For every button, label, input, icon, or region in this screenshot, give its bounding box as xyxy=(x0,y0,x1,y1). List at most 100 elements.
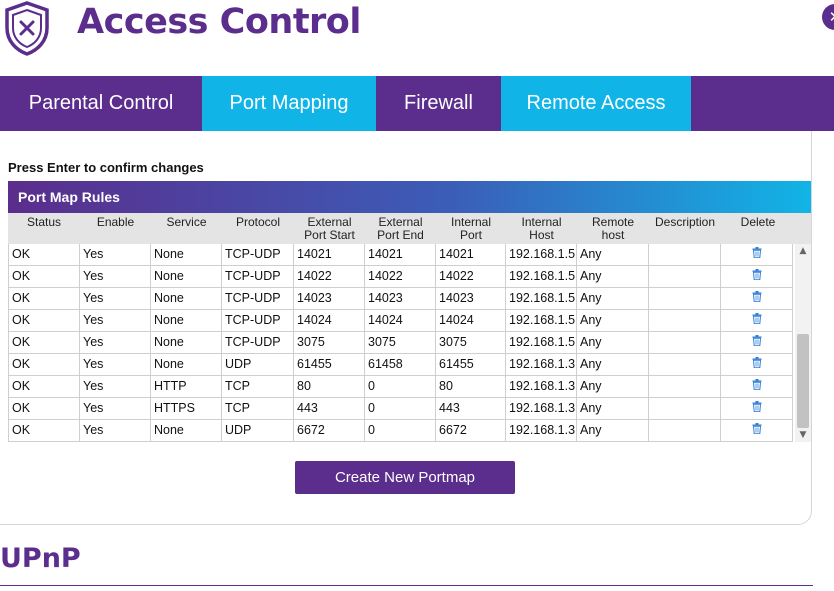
col-description-label: Description xyxy=(654,215,716,229)
col-delete: Delete xyxy=(721,213,795,244)
trash-icon[interactable] xyxy=(752,379,762,393)
protocol-cell: TCP-UDP xyxy=(222,332,294,354)
description-cell[interactable] xyxy=(649,332,721,354)
service-cell: HTTP xyxy=(151,376,222,398)
enable-cell[interactable]: Yes xyxy=(80,398,151,420)
create-new-portmap-button[interactable]: Create New Portmap xyxy=(295,461,515,494)
tab-port-mapping[interactable]: Port Mapping xyxy=(202,76,376,131)
service-cell: None xyxy=(151,332,222,354)
service-cell: None xyxy=(151,266,222,288)
external-port-end-cell: 0 xyxy=(365,420,436,442)
enable-cell[interactable]: Yes xyxy=(80,376,151,398)
scrollbar-thumb[interactable] xyxy=(797,334,809,428)
port-map-rules-header: Port Map Rules xyxy=(8,181,811,213)
external-port-end-cell: 14021 xyxy=(365,244,436,266)
external-port-end-cell: 61458 xyxy=(365,354,436,376)
external-port-end-cell: 14024 xyxy=(365,310,436,332)
description-cell[interactable] xyxy=(649,288,721,310)
header: Access Control ✕ xyxy=(0,0,834,76)
external-port-end-cell: 14022 xyxy=(365,266,436,288)
col-external-port-end-label: Port End xyxy=(377,228,424,242)
protocol-cell: TCP-UDP xyxy=(222,288,294,310)
scroll-down-icon[interactable]: ▼ xyxy=(795,428,811,442)
description-cell[interactable] xyxy=(649,398,721,420)
service-cell: None xyxy=(151,310,222,332)
internal-port-cell: 443 xyxy=(436,398,506,420)
remote-host-cell: Any xyxy=(577,288,649,310)
tab-remote-access[interactable]: Remote Access xyxy=(501,76,691,131)
col-service-label: Service xyxy=(166,215,207,229)
delete-cell xyxy=(721,310,793,332)
table-row: OK Yes None TCP-UDP 3075 3075 3075 192.168.1.5 A… xyxy=(8,332,795,354)
delete-cell xyxy=(721,376,793,398)
trash-icon[interactable] xyxy=(752,357,762,371)
description-cell[interactable] xyxy=(649,244,721,266)
enable-cell[interactable]: Yes xyxy=(80,332,151,354)
internal-port-cell: 14023 xyxy=(436,288,506,310)
internal-host-cell: 192.168.1.5 xyxy=(506,266,577,288)
remote-host-cell: Any xyxy=(577,376,649,398)
enable-cell[interactable]: Yes xyxy=(80,244,151,266)
tab-firewall[interactable]: Firewall xyxy=(376,76,501,131)
enable-cell[interactable]: Yes xyxy=(80,354,151,376)
internal-port-cell: 6672 xyxy=(436,420,506,442)
col-remote-host: Remote host xyxy=(577,213,649,244)
port-map-table: OK Yes None TCP-UDP 14021 14021 14021 192.168.1… xyxy=(8,244,795,442)
tab-parental-control[interactable]: Parental Control xyxy=(0,76,202,131)
status-cell: OK xyxy=(8,244,80,266)
table-row: OK Yes None TCP-UDP 14021 14021 14021 192.168.1… xyxy=(8,244,795,266)
description-cell[interactable] xyxy=(649,354,721,376)
description-cell[interactable] xyxy=(649,376,721,398)
trash-icon[interactable] xyxy=(752,291,762,305)
status-cell: OK xyxy=(8,354,80,376)
service-cell: None xyxy=(151,288,222,310)
service-cell: None xyxy=(151,244,222,266)
internal-host-cell: 192.168.1.5 xyxy=(506,310,577,332)
external-port-start-cell: 61455 xyxy=(294,354,365,376)
enable-cell[interactable]: Yes xyxy=(80,420,151,442)
table-row: OK Yes HTTPS TCP 443 0 443 192.168.1.3 Any xyxy=(8,398,795,420)
close-button[interactable]: ✕ xyxy=(822,4,834,30)
enable-cell[interactable]: Yes xyxy=(80,266,151,288)
remote-host-cell: Any xyxy=(577,354,649,376)
delete-cell xyxy=(721,288,793,310)
trash-icon[interactable] xyxy=(752,423,762,437)
delete-cell xyxy=(721,354,793,376)
col-enable: Enable xyxy=(80,213,151,244)
enable-cell[interactable]: Yes xyxy=(80,288,151,310)
description-cell[interactable] xyxy=(649,266,721,288)
external-port-end-cell: 3075 xyxy=(365,332,436,354)
col-enable-label: Enable xyxy=(96,215,135,229)
service-cell: None xyxy=(151,420,222,442)
port-map-rules-title: Port Map Rules xyxy=(18,189,120,205)
protocol-cell: TCP xyxy=(222,376,294,398)
protocol-cell: TCP xyxy=(222,398,294,420)
trash-icon[interactable] xyxy=(752,269,762,283)
col-external-port-start: External Port Start xyxy=(294,213,365,244)
remote-host-cell: Any xyxy=(577,332,649,354)
remote-host-cell: Any xyxy=(577,244,649,266)
table-row: OK Yes None TCP-UDP 14023 14023 14023 192.168.1… xyxy=(8,288,795,310)
external-port-end-cell: 14023 xyxy=(365,288,436,310)
table-scrollbar[interactable]: ▲ ▼ xyxy=(795,244,811,442)
internal-host-cell: 192.168.1.3 xyxy=(506,420,577,442)
enable-cell[interactable]: Yes xyxy=(80,310,151,332)
trash-icon[interactable] xyxy=(752,247,762,261)
description-cell[interactable] xyxy=(649,420,721,442)
status-cell: OK xyxy=(8,310,80,332)
external-port-start-cell: 14021 xyxy=(294,244,365,266)
internal-port-cell: 80 xyxy=(436,376,506,398)
delete-cell xyxy=(721,266,793,288)
table-row: OK Yes HTTP TCP 80 0 80 192.168.1.3 Any xyxy=(8,376,795,398)
col-description: Description xyxy=(649,213,721,244)
col-internal-port: Internal Port xyxy=(436,213,506,244)
trash-icon[interactable] xyxy=(752,313,762,327)
hint-text: Press Enter to confirm changes xyxy=(8,160,204,175)
trash-icon[interactable] xyxy=(752,401,762,415)
trash-icon[interactable] xyxy=(752,335,762,349)
table-row: OK Yes None TCP-UDP 14024 14024 14024 192.168.1… xyxy=(8,310,795,332)
description-cell[interactable] xyxy=(649,310,721,332)
scroll-up-icon[interactable]: ▲ xyxy=(795,244,811,258)
internal-port-cell: 14024 xyxy=(436,310,506,332)
external-port-start-cell: 80 xyxy=(294,376,365,398)
